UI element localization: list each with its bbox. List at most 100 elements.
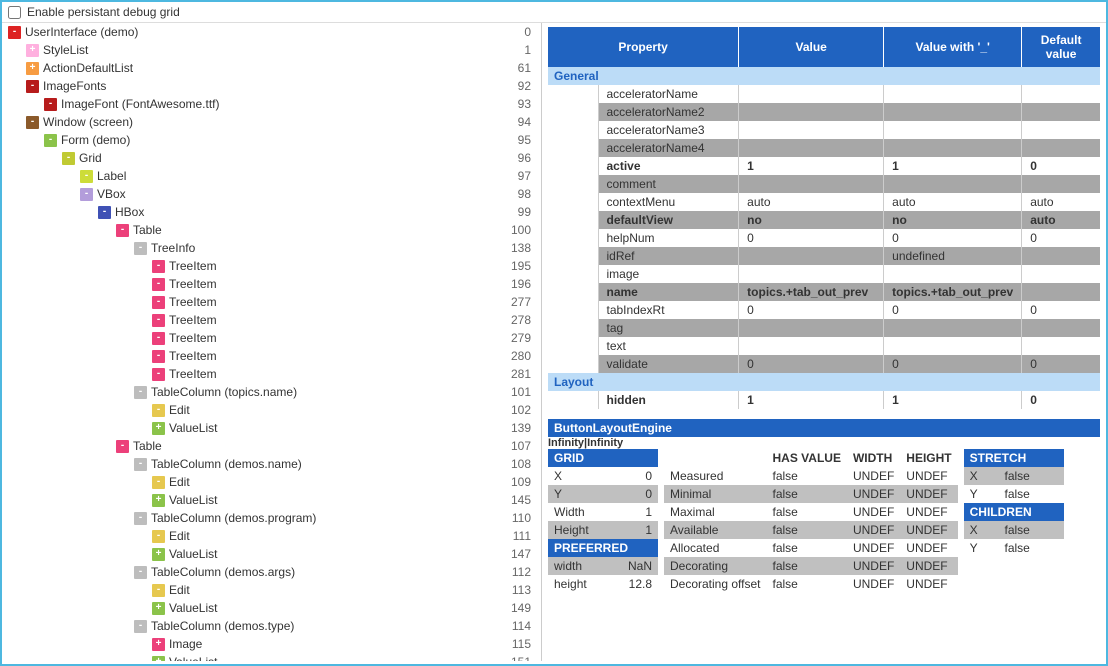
tree-row[interactable]: -UserInterface (demo)0 [2, 23, 541, 41]
property-value[interactable]: 0 [739, 301, 884, 319]
collapse-icon[interactable]: - [80, 188, 93, 201]
expand-icon[interactable]: + [26, 62, 39, 75]
tree-row[interactable]: +ValueList149 [2, 599, 541, 617]
property-row[interactable]: text [548, 337, 1100, 355]
collapse-icon[interactable]: - [152, 260, 165, 273]
property-value[interactable] [739, 247, 884, 265]
property-value[interactable]: 1 [739, 391, 884, 409]
collapse-icon[interactable]: - [152, 368, 165, 381]
property-row[interactable]: active110 [548, 157, 1100, 175]
collapse-icon[interactable]: - [116, 224, 129, 237]
collapse-icon[interactable]: - [152, 332, 165, 345]
tree-row[interactable]: -TableColumn (demos.name)108 [2, 455, 541, 473]
collapse-icon[interactable]: - [26, 116, 39, 129]
property-row[interactable]: defaultViewnonoauto [548, 211, 1100, 229]
collapse-icon[interactable]: - [44, 134, 57, 147]
tree-row[interactable]: -TreeInfo138 [2, 239, 541, 257]
expand-icon[interactable]: + [152, 548, 165, 561]
expand-icon[interactable]: + [152, 422, 165, 435]
collapse-icon[interactable]: - [152, 530, 165, 543]
collapse-icon[interactable]: - [152, 584, 165, 597]
tree-row[interactable]: -TreeItem277 [2, 293, 541, 311]
property-value[interactable] [739, 103, 884, 121]
expand-icon[interactable]: + [152, 638, 165, 651]
tree-row[interactable]: -TableColumn (demos.program)110 [2, 509, 541, 527]
collapse-icon[interactable]: - [26, 80, 39, 93]
collapse-icon[interactable]: - [152, 314, 165, 327]
property-row[interactable]: tag [548, 319, 1100, 337]
property-value[interactable] [739, 139, 884, 157]
collapse-icon[interactable]: - [152, 350, 165, 363]
tree-row[interactable]: -ImageFont (FontAwesome.ttf)93 [2, 95, 541, 113]
tree-row[interactable]: -TreeItem196 [2, 275, 541, 293]
property-row[interactable]: contextMenuautoautoauto [548, 193, 1100, 211]
property-row[interactable]: acceleratorName [548, 85, 1100, 103]
tree-row[interactable]: +Image115 [2, 635, 541, 653]
property-row[interactable]: nametopics.+tab_out_prevtopics.+tab_out_… [548, 283, 1100, 301]
tree-row[interactable]: -VBox98 [2, 185, 541, 203]
tree-row[interactable]: +ValueList139 [2, 419, 541, 437]
properties-panel[interactable]: Property Value Value with '_' Default va… [542, 23, 1106, 661]
property-value[interactable] [739, 175, 884, 193]
property-row[interactable]: hidden110 [548, 391, 1100, 409]
property-row[interactable]: image [548, 265, 1100, 283]
collapse-icon[interactable]: - [134, 620, 147, 633]
property-value[interactable]: auto [739, 193, 884, 211]
collapse-icon[interactable]: - [152, 278, 165, 291]
tree-row[interactable]: -HBox99 [2, 203, 541, 221]
property-value[interactable] [739, 121, 884, 139]
tree-row[interactable]: -ImageFonts92 [2, 77, 541, 95]
collapse-icon[interactable]: - [134, 242, 147, 255]
property-value[interactable] [739, 265, 884, 283]
property-value[interactable]: 1 [739, 157, 884, 175]
tree-row[interactable]: +ValueList147 [2, 545, 541, 563]
tree-row[interactable]: -Label97 [2, 167, 541, 185]
collapse-icon[interactable]: - [134, 386, 147, 399]
tree-row[interactable]: +ValueList145 [2, 491, 541, 509]
tree-row[interactable]: -TreeItem280 [2, 347, 541, 365]
tree-row[interactable]: -TreeItem279 [2, 329, 541, 347]
property-value[interactable] [739, 337, 884, 355]
tree-row[interactable]: -Edit109 [2, 473, 541, 491]
property-row[interactable]: acceleratorName3 [548, 121, 1100, 139]
tree-row[interactable]: +ActionDefaultList61 [2, 59, 541, 77]
tree-row[interactable]: -Edit102 [2, 401, 541, 419]
collapse-icon[interactable]: - [62, 152, 75, 165]
property-value[interactable]: 0 [739, 355, 884, 373]
property-value[interactable]: 0 [739, 229, 884, 247]
property-row[interactable]: acceleratorName4 [548, 139, 1100, 157]
property-value[interactable]: topics.+tab_out_prev [739, 283, 884, 301]
tree-row[interactable]: +ValueList151 [2, 653, 541, 661]
tree-row[interactable]: -Edit113 [2, 581, 541, 599]
expand-icon[interactable]: + [26, 44, 39, 57]
collapse-icon[interactable]: - [8, 26, 21, 39]
property-row[interactable]: comment [548, 175, 1100, 193]
tree-row[interactable]: -Table107 [2, 437, 541, 455]
collapse-icon[interactable]: - [134, 512, 147, 525]
tree-row[interactable]: -Grid96 [2, 149, 541, 167]
tree-row[interactable]: -Edit111 [2, 527, 541, 545]
collapse-icon[interactable]: - [134, 458, 147, 471]
tree-row[interactable]: -Table100 [2, 221, 541, 239]
property-row[interactable]: idRefundefined [548, 247, 1100, 265]
tree-row[interactable]: -Form (demo)95 [2, 131, 541, 149]
collapse-icon[interactable]: - [152, 476, 165, 489]
tree-panel[interactable]: -UserInterface (demo)0+StyleList1+Action… [2, 23, 542, 661]
collapse-icon[interactable]: - [44, 98, 57, 111]
collapse-icon[interactable]: - [134, 566, 147, 579]
collapse-icon[interactable]: - [80, 170, 93, 183]
expand-icon[interactable]: + [152, 494, 165, 507]
property-row[interactable]: helpNum000 [548, 229, 1100, 247]
property-value[interactable] [739, 85, 884, 103]
collapse-icon[interactable]: - [116, 440, 129, 453]
expand-icon[interactable]: + [152, 602, 165, 615]
property-row[interactable]: validate000 [548, 355, 1100, 373]
enable-debug-grid-checkbox[interactable] [8, 6, 21, 19]
property-value[interactable] [739, 319, 884, 337]
tree-row[interactable]: -TreeItem195 [2, 257, 541, 275]
tree-row[interactable]: -Window (screen)94 [2, 113, 541, 131]
tree-row[interactable]: -TableColumn (demos.args)112 [2, 563, 541, 581]
collapse-icon[interactable]: - [152, 296, 165, 309]
property-row[interactable]: acceleratorName2 [548, 103, 1100, 121]
tree-row[interactable]: -TableColumn (topics.name)101 [2, 383, 541, 401]
